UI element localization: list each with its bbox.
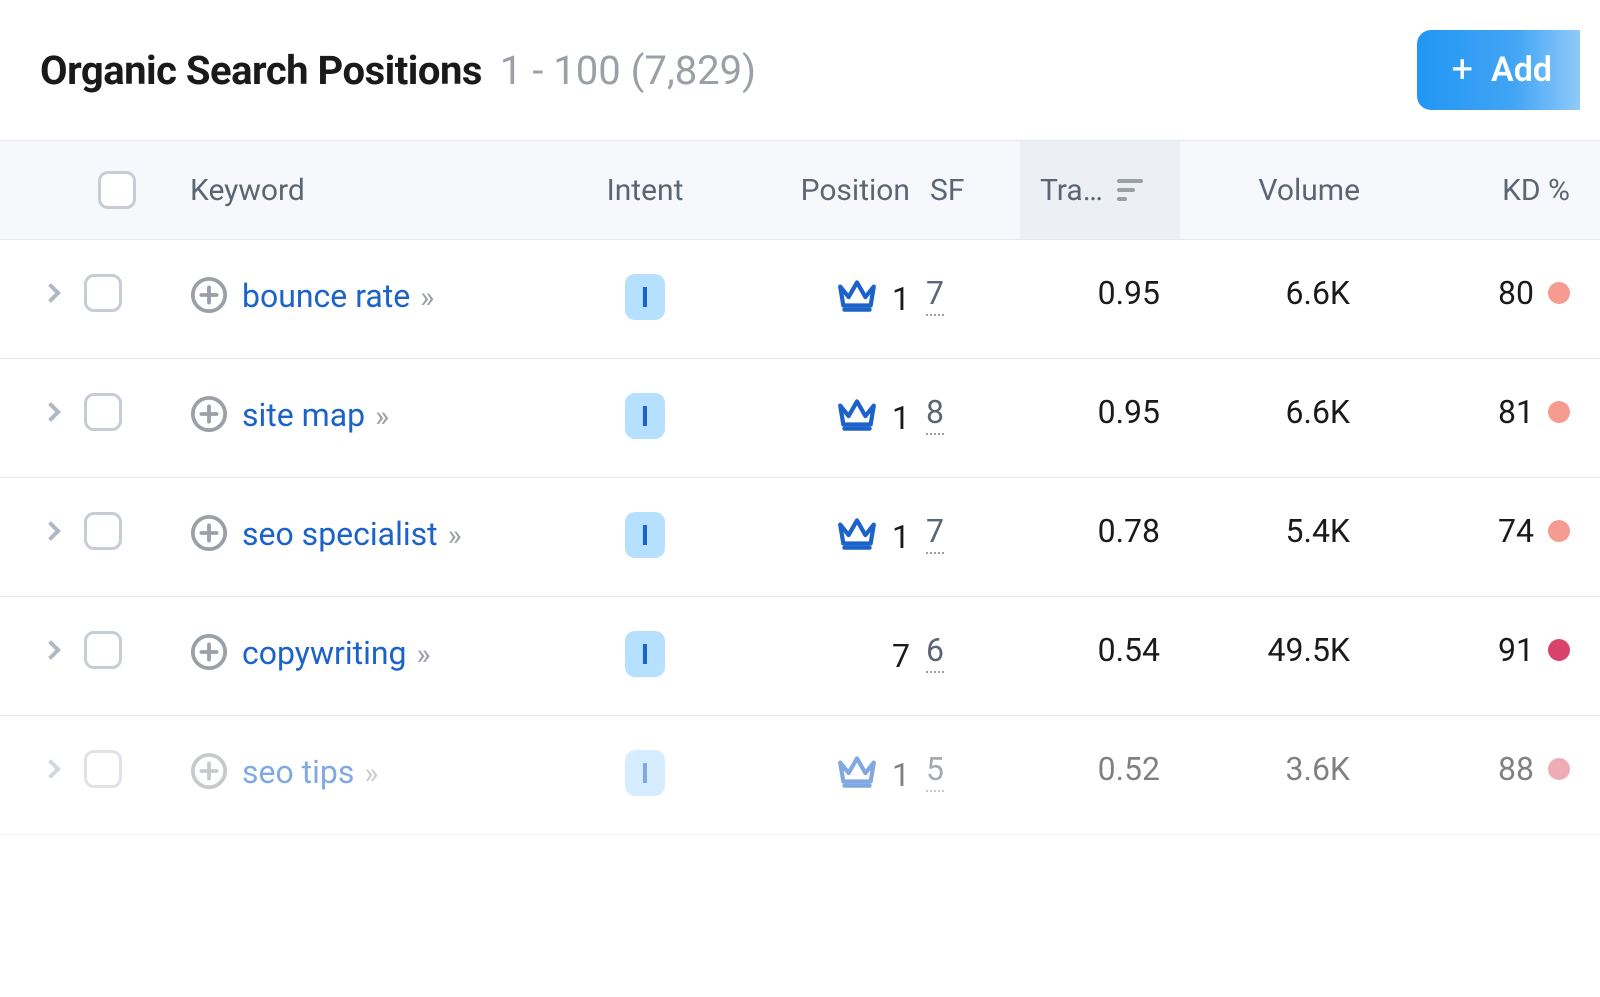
keyword-link[interactable]: site map [242,396,365,434]
table-row: seo specialist » I 1 7 0.78 5.4K 74 [0,478,1600,597]
open-keyword-icon[interactable]: » [416,637,430,672]
table-row: bounce rate » I 1 7 0.95 6.6K 80 [0,240,1600,359]
kd-difficulty-dot [1548,401,1570,423]
expand-icon[interactable] [41,640,61,660]
add-keyword-icon[interactable] [190,752,228,790]
volume-value: 6.6K [1180,393,1370,431]
row-checkbox[interactable] [84,512,122,550]
table-row: site map » I 1 8 0.95 6.6K 81 [0,359,1600,478]
table-row: copywriting » I 7 6 0.54 49.5K 91 [0,597,1600,716]
kd-value: 91 [1498,631,1534,669]
column-volume[interactable]: Volume [1180,173,1370,208]
sf-value[interactable]: 7 [926,274,944,316]
row-checkbox[interactable] [84,393,122,431]
kd-value: 80 [1498,274,1534,312]
traffic-value: 0.95 [1020,393,1180,431]
add-keyword-icon[interactable] [190,514,228,552]
sf-value[interactable]: 7 [926,512,944,554]
table-header: Keyword Intent Position SF Tra… Volume K… [0,140,1600,240]
kd-value: 81 [1498,393,1534,431]
intent-badge: I [625,631,665,677]
row-checkbox[interactable] [84,631,122,669]
traffic-value: 0.95 [1020,274,1180,312]
table-row: seo tips » I 1 5 0.52 3.6K 88 [0,716,1600,835]
kd-difficulty-dot [1548,520,1570,542]
column-keyword[interactable]: Keyword [190,173,560,208]
sf-value[interactable]: 5 [926,750,944,792]
expand-icon[interactable] [41,402,61,422]
kd-value: 88 [1498,750,1534,788]
traffic-value: 0.54 [1020,631,1180,669]
column-kd[interactable]: KD % [1370,173,1600,208]
position-value: 1 [892,756,910,794]
crown-icon [836,750,878,800]
add-button[interactable]: + Add [1417,30,1580,110]
volume-value: 49.5K [1180,631,1370,669]
page-range: 1 - 100 (7,829) [500,47,756,94]
column-sf[interactable]: SF [920,173,1020,208]
row-checkbox[interactable] [84,274,122,312]
intent-badge: I [625,274,665,320]
intent-badge: I [625,750,665,796]
column-traffic-label: Tra… [1040,173,1103,208]
traffic-value: 0.52 [1020,750,1180,788]
position-value: 1 [892,280,910,318]
sort-desc-icon [1117,179,1143,201]
plus-icon: + [1451,51,1473,89]
kd-difficulty-dot [1548,758,1570,780]
add-keyword-icon[interactable] [190,395,228,433]
add-keyword-icon[interactable] [190,276,228,314]
volume-value: 6.6K [1180,274,1370,312]
keyword-link[interactable]: seo tips [242,753,354,791]
crown-icon [836,274,878,324]
column-position[interactable]: Position [730,173,920,208]
open-keyword-icon[interactable]: » [364,756,378,791]
column-traffic[interactable]: Tra… [1020,141,1180,239]
expand-icon[interactable] [41,521,61,541]
add-button-label: Add [1491,50,1552,90]
intent-badge: I [625,393,665,439]
column-intent[interactable]: Intent [560,173,730,208]
position-value: 1 [892,518,910,556]
open-keyword-icon[interactable]: » [420,280,434,315]
sf-value[interactable]: 8 [926,393,944,435]
crown-icon [836,512,878,562]
keyword-link[interactable]: bounce rate [242,277,410,315]
sf-value[interactable]: 6 [926,631,944,673]
keyword-link[interactable]: seo specialist [242,515,438,553]
volume-value: 3.6K [1180,750,1370,788]
select-all-checkbox[interactable] [98,171,136,209]
open-keyword-icon[interactable]: » [448,518,462,553]
intent-badge: I [625,512,665,558]
position-value: 7 [892,637,910,675]
expand-icon[interactable] [41,759,61,779]
page-title: Organic Search Positions [40,47,482,94]
crown-icon [836,393,878,443]
row-checkbox[interactable] [84,750,122,788]
position-value: 1 [892,399,910,437]
table-body: bounce rate » I 1 7 0.95 6.6K 80 [0,240,1600,835]
traffic-value: 0.78 [1020,512,1180,550]
kd-difficulty-dot [1548,282,1570,304]
open-keyword-icon[interactable]: » [375,399,389,434]
volume-value: 5.4K [1180,512,1370,550]
kd-difficulty-dot [1548,639,1570,661]
keyword-link[interactable]: copywriting [242,634,407,672]
expand-icon[interactable] [41,283,61,303]
add-keyword-icon[interactable] [190,633,228,671]
kd-value: 74 [1498,512,1534,550]
